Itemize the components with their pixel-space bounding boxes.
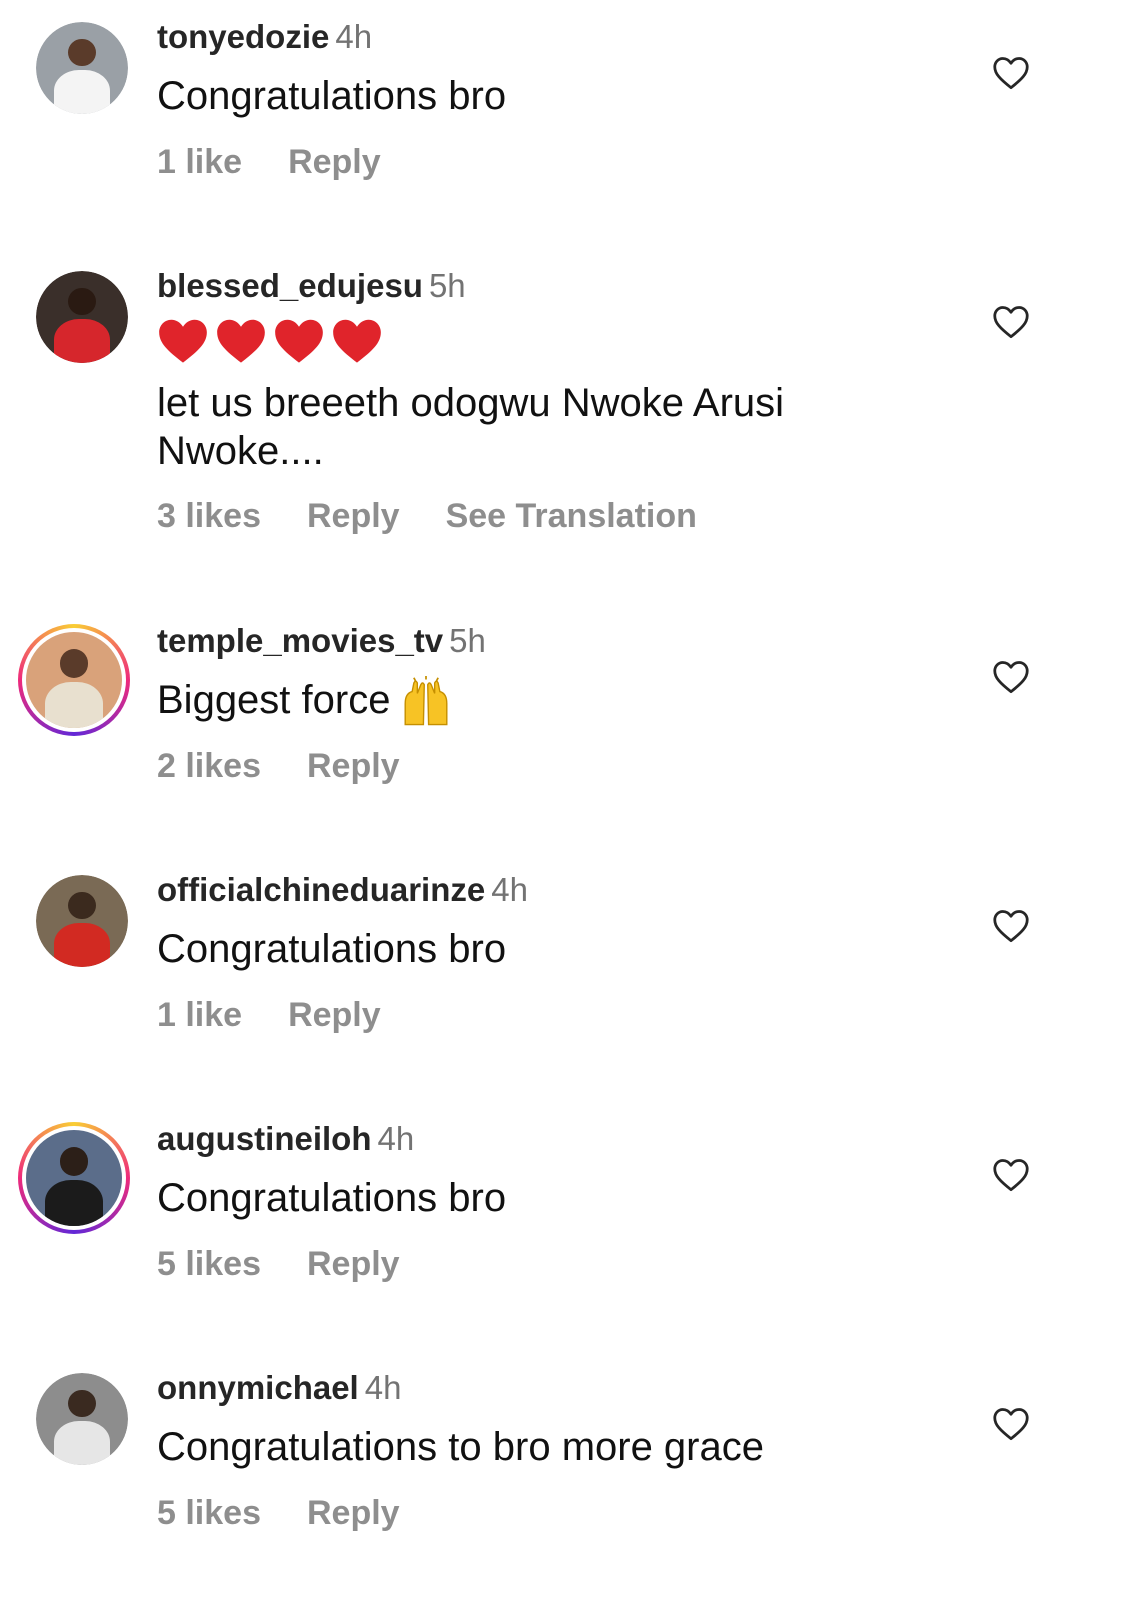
comment-time: 4h — [377, 1120, 415, 1157]
avatar — [26, 632, 122, 728]
comment-text: Congratulations bro — [157, 74, 507, 118]
red-heart-emoji — [275, 319, 323, 363]
likes-count[interactable]: 5 likes — [157, 1494, 261, 1532]
avatar[interactable] — [36, 22, 128, 114]
comment-text: let us breeeth odogwu Nwoke Arusi Nwoke.… — [157, 381, 785, 473]
comment-actions: 5 likes Reply — [157, 1245, 446, 1284]
reply-button[interactable]: Reply — [307, 1494, 400, 1532]
heart-outline-icon[interactable] — [992, 1407, 1030, 1441]
heart-outline-icon[interactable] — [992, 909, 1030, 943]
heart-outline-icon[interactable] — [992, 1158, 1030, 1192]
red-heart-emoji — [217, 319, 265, 363]
comment-username[interactable]: onnymichael 4h — [157, 1369, 401, 1407]
reply-button[interactable]: Reply — [307, 747, 400, 785]
comment-text-body: Biggest force — [157, 678, 391, 722]
avatar[interactable] — [36, 271, 128, 363]
comment-actions: 1 like Reply — [157, 996, 427, 1035]
comment-actions: 5 likes Reply — [157, 1494, 446, 1533]
comment-time: 4h — [491, 871, 528, 908]
username-text[interactable]: temple_movies_tv — [157, 622, 443, 659]
heart-outline-icon[interactable] — [992, 305, 1030, 339]
username-text[interactable]: tonyedozie — [157, 18, 329, 55]
avatar — [26, 1130, 122, 1226]
red-heart-emoji — [159, 319, 207, 363]
see-translation-button[interactable]: See Translation — [446, 497, 697, 535]
likes-count[interactable]: 1 like — [157, 143, 242, 181]
comment-time: 5h — [428, 267, 466, 304]
emoji-row: ❤️❤️❤️❤️ — [157, 317, 389, 369]
reply-button[interactable]: Reply — [307, 1245, 400, 1283]
username-text[interactable]: onnymichael — [157, 1369, 359, 1406]
heart-outline-icon[interactable] — [992, 56, 1030, 90]
username-text[interactable]: blessed_edujesu — [157, 267, 423, 304]
comment-username[interactable]: temple_movies_tv 5h — [157, 622, 486, 660]
likes-count[interactable]: 2 likes — [157, 747, 261, 785]
comment-time: 4h — [335, 18, 373, 55]
reply-button[interactable]: Reply — [307, 497, 400, 535]
likes-count[interactable]: 5 likes — [157, 1245, 261, 1283]
comment-text: Biggest force 🙌 — [157, 676, 937, 728]
likes-count[interactable]: 3 likes — [157, 497, 261, 535]
comment-username[interactable]: tonyedozie 4h — [157, 18, 372, 56]
comment-text: Congratulations bro — [157, 1176, 507, 1220]
raising-hands-emoji — [404, 676, 448, 726]
avatar[interactable] — [36, 875, 128, 967]
likes-count[interactable]: 1 like — [157, 996, 242, 1034]
username-text[interactable]: augustineiloh — [157, 1120, 372, 1157]
comment-time: 4h — [364, 1369, 402, 1406]
reply-button[interactable]: Reply — [288, 996, 381, 1034]
avatar-story-ring[interactable] — [18, 624, 130, 736]
red-heart-emoji — [333, 319, 381, 363]
comment-text: Congratulations to bro more grace — [157, 1425, 764, 1469]
username-text[interactable]: officialchineduarinze — [157, 871, 485, 908]
comment-username[interactable]: officialchineduarinze 4h — [157, 871, 528, 909]
comment-username[interactable]: blessed_edujesu 5h — [157, 267, 466, 305]
comment-text: Congratulations bro — [157, 927, 507, 971]
comment-username[interactable]: augustineiloh 4h — [157, 1120, 414, 1158]
heart-outline-icon[interactable] — [992, 660, 1030, 694]
reply-button[interactable]: Reply — [288, 143, 381, 181]
avatar-story-ring[interactable] — [18, 1122, 130, 1234]
comment-actions: 2 likes Reply — [157, 747, 446, 786]
comment-time: 5h — [449, 622, 486, 659]
avatar[interactable] — [36, 1373, 128, 1465]
comment-actions: 3 likes Reply See Translation — [157, 497, 743, 536]
comment-actions: 1 like Reply — [157, 143, 427, 182]
